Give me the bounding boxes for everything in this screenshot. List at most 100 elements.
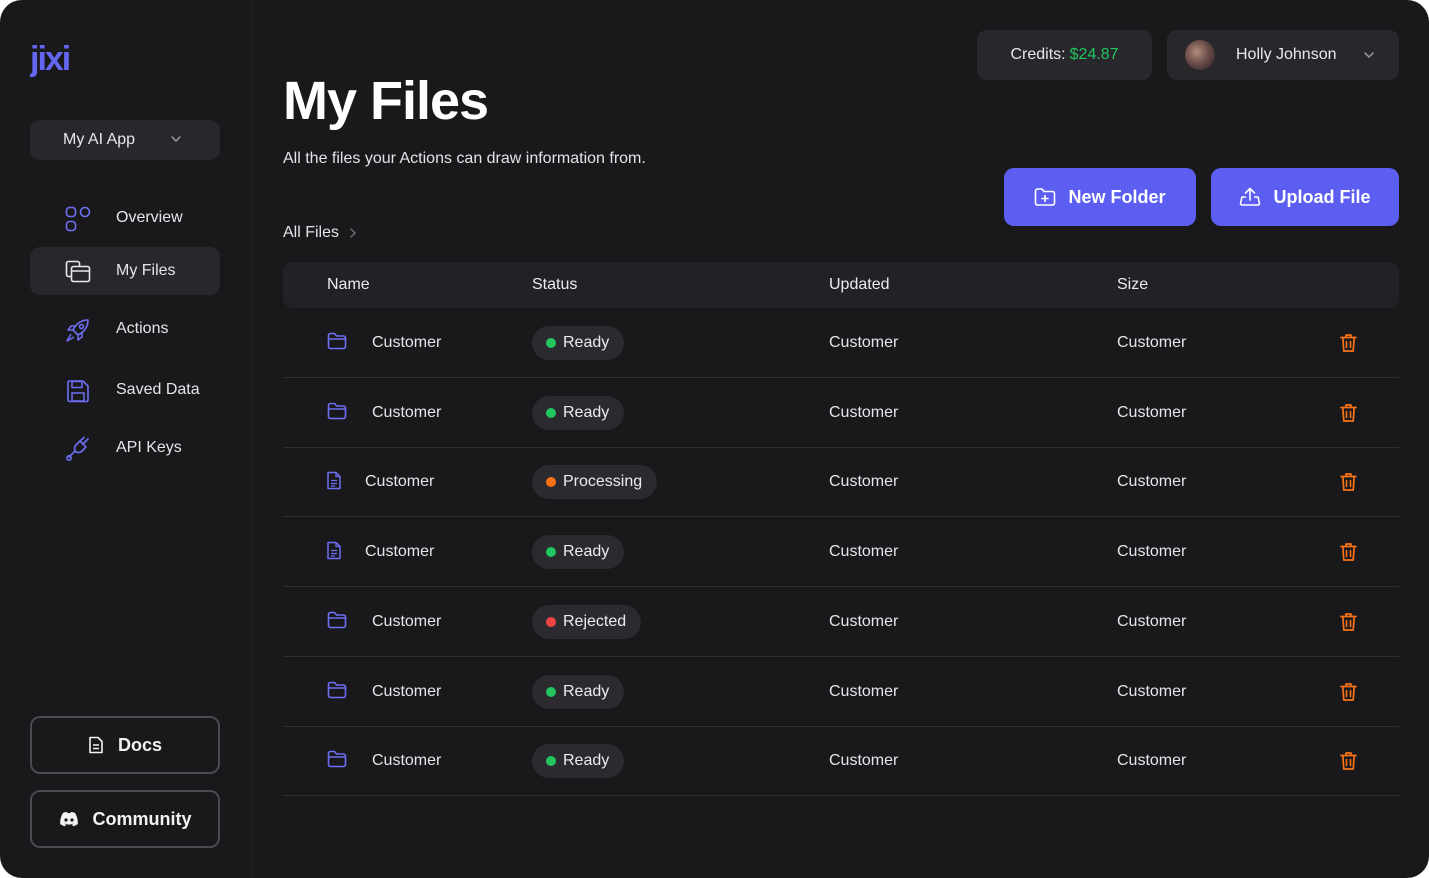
jixi-logo[interactable]: jixi bbox=[30, 40, 80, 80]
credits-display[interactable]: Credits: $24.87 bbox=[977, 30, 1152, 80]
file-name[interactable]: Customer bbox=[365, 473, 434, 491]
status-dot bbox=[546, 338, 556, 348]
page-title: My Files bbox=[283, 71, 489, 131]
sidebar-item-my-files[interactable]: My Files bbox=[30, 247, 220, 295]
status-badge: Processing bbox=[532, 465, 658, 500]
plug-icon bbox=[66, 436, 89, 461]
file-icon-wrap bbox=[326, 541, 342, 565]
status-dot bbox=[546, 686, 556, 697]
status-label: Ready bbox=[563, 334, 610, 351]
trash-icon bbox=[1340, 752, 1357, 771]
file-name[interactable]: Customer bbox=[365, 543, 434, 561]
floppy-disk-icon bbox=[67, 380, 89, 403]
avatar bbox=[1185, 40, 1215, 70]
updated-value: Customer bbox=[829, 612, 899, 630]
folder-icon bbox=[327, 611, 347, 629]
size-value: Customer bbox=[1117, 473, 1187, 491]
app-selector[interactable]: My AI App bbox=[30, 120, 220, 160]
sidebar-item-label: Actions bbox=[116, 320, 169, 337]
file-name[interactable]: Customer bbox=[372, 334, 441, 352]
delete-button[interactable] bbox=[1340, 751, 1357, 776]
upload-icon bbox=[1240, 187, 1261, 206]
table-row[interactable]: Customer Ready Customer Customer bbox=[283, 378, 1399, 448]
sidebar-item-actions[interactable]: Actions bbox=[30, 305, 220, 353]
status-dot bbox=[546, 547, 556, 558]
folder-plus-icon bbox=[1035, 188, 1056, 206]
sidebar-item-saved-data[interactable]: Saved Data bbox=[30, 366, 220, 414]
folder-icon bbox=[327, 750, 347, 768]
credits-label: Credits: bbox=[1010, 46, 1066, 63]
sidebar-item-label: Saved Data bbox=[116, 381, 200, 398]
status-dot bbox=[546, 407, 556, 418]
folder-icon-wrap bbox=[327, 750, 347, 773]
folder-icon-wrap bbox=[327, 681, 347, 704]
chevron-down-icon bbox=[1364, 52, 1374, 59]
size-value: Customer bbox=[1117, 612, 1187, 630]
new-folder-button[interactable]: New Folder bbox=[1004, 168, 1196, 226]
size-value: Customer bbox=[1117, 543, 1187, 561]
column-header-status[interactable]: Status bbox=[532, 276, 577, 294]
column-header-updated[interactable]: Updated bbox=[829, 276, 890, 294]
table-row[interactable]: Customer Processing Customer Customer bbox=[283, 447, 1399, 518]
status-badge: Ready bbox=[532, 674, 625, 709]
status-badge: Ready bbox=[532, 326, 625, 360]
files-icon bbox=[65, 260, 91, 283]
status-badge: Ready bbox=[532, 395, 625, 430]
table-row[interactable]: Customer Ready Customer Customer bbox=[283, 726, 1399, 797]
upload-file-label: Upload File bbox=[1273, 186, 1371, 207]
updated-value: Customer bbox=[829, 334, 899, 351]
user-name: Holly Johnson bbox=[1236, 46, 1337, 63]
delete-button[interactable] bbox=[1340, 682, 1357, 707]
sidebar-item-label: API Keys bbox=[116, 439, 182, 456]
table-row[interactable]: Customer Ready Customer Customer bbox=[283, 517, 1399, 588]
credits-amount: $24.87 bbox=[1069, 46, 1119, 63]
file-text-icon bbox=[327, 472, 341, 490]
status-dot bbox=[546, 616, 556, 627]
file-name[interactable]: Customer bbox=[372, 613, 441, 631]
document-icon bbox=[89, 736, 103, 754]
status-label: Processing bbox=[563, 473, 643, 491]
folder-icon bbox=[327, 681, 347, 698]
trash-icon bbox=[1340, 682, 1357, 701]
file-text-icon bbox=[327, 541, 341, 560]
updated-value: Customer bbox=[829, 543, 899, 561]
status-dot bbox=[546, 756, 556, 767]
file-name[interactable]: Customer bbox=[372, 683, 441, 701]
file-name[interactable]: Customer bbox=[372, 404, 441, 422]
column-header-name[interactable]: Name bbox=[327, 276, 370, 294]
status-dot bbox=[546, 477, 556, 488]
trash-icon bbox=[1340, 403, 1357, 422]
delete-button[interactable] bbox=[1340, 612, 1357, 637]
community-button[interactable]: Community bbox=[30, 790, 220, 848]
updated-value: Customer bbox=[829, 403, 899, 421]
updated-value: Customer bbox=[829, 752, 899, 770]
sidebar-item-api-keys[interactable]: API Keys bbox=[30, 424, 220, 472]
discord-icon bbox=[59, 812, 78, 827]
breadcrumb: All Files bbox=[283, 224, 357, 242]
size-value: Customer bbox=[1117, 403, 1187, 421]
trash-icon bbox=[1340, 334, 1357, 352]
sidebar-item-overview[interactable]: Overview bbox=[30, 194, 220, 242]
delete-button[interactable] bbox=[1340, 542, 1357, 567]
status-badge: Ready bbox=[532, 535, 625, 570]
status-badge: Rejected bbox=[532, 604, 642, 639]
chevron-right-icon bbox=[350, 228, 357, 238]
table-row[interactable]: Customer Rejected Customer Customer bbox=[283, 587, 1399, 657]
folder-icon bbox=[327, 402, 347, 419]
trash-icon bbox=[1340, 543, 1357, 561]
docs-button[interactable]: Docs bbox=[30, 716, 220, 774]
file-name[interactable]: Customer bbox=[372, 752, 441, 770]
delete-button[interactable] bbox=[1340, 472, 1357, 497]
community-button-label: Community bbox=[92, 808, 192, 829]
table-row[interactable]: Customer Ready Customer Customer bbox=[283, 657, 1399, 727]
status-label: Rejected bbox=[563, 612, 627, 630]
size-value: Customer bbox=[1117, 334, 1187, 351]
breadcrumb-all-files[interactable]: All Files bbox=[283, 224, 339, 242]
user-menu[interactable]: Holly Johnson bbox=[1167, 30, 1399, 80]
column-header-size[interactable]: Size bbox=[1117, 276, 1148, 294]
delete-button[interactable] bbox=[1340, 403, 1357, 428]
delete-button[interactable] bbox=[1340, 333, 1357, 358]
upload-file-button[interactable]: Upload File bbox=[1211, 168, 1399, 226]
svg-text:jixi: jixi bbox=[30, 40, 70, 78]
table-row[interactable]: Customer Ready Customer Customer bbox=[283, 308, 1399, 378]
